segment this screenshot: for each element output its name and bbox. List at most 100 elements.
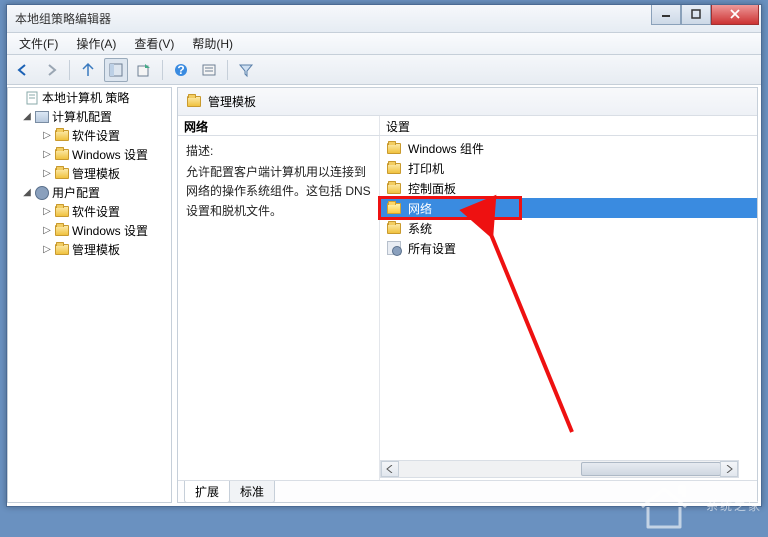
up-button[interactable]: [76, 58, 100, 82]
toolbar-separator: [227, 60, 228, 80]
tab-standard[interactable]: 标准: [229, 481, 275, 503]
folder-icon: [386, 160, 402, 176]
tree-admin-templates-2[interactable]: ▷ 管理模板: [8, 240, 171, 259]
svg-text:?: ?: [177, 63, 184, 77]
tab-extended[interactable]: 扩展: [184, 481, 230, 503]
export-button[interactable]: [132, 58, 156, 82]
tree-label: 用户配置: [52, 184, 100, 201]
window-controls: [651, 5, 759, 25]
tree-software-settings-2[interactable]: ▷ 软件设置: [8, 202, 171, 221]
tree-admin-templates[interactable]: ▷ 管理模板: [8, 164, 171, 183]
list-item-label: 所有设置: [408, 240, 456, 257]
menu-action[interactable]: 操作(A): [68, 33, 124, 54]
close-button[interactable]: [711, 5, 759, 25]
folder-icon: [386, 220, 402, 236]
tree-label: 计算机配置: [52, 108, 112, 125]
window-title: 本地组策略编辑器: [15, 10, 651, 27]
list-item-label: 控制面板: [408, 180, 456, 197]
folder-icon: [54, 128, 70, 144]
folder-icon: [386, 200, 402, 216]
titlebar[interactable]: 本地组策略编辑器: [7, 5, 761, 33]
tree-label: Windows 设置: [72, 146, 148, 163]
scroll-left-button[interactable]: [381, 461, 399, 477]
watermark: 系统之家: [634, 479, 762, 531]
expander-icon[interactable]: ◢: [22, 111, 32, 122]
gpedit-window: 本地组策略编辑器 文件(F) 操作(A) 查看(V) 帮助(H) ? 本地计算机…: [6, 4, 762, 507]
description-text: 允许配置客户端计算机用以连接到网络的操作系统组件。这包括 DNS 设置和脱机文件…: [186, 163, 371, 221]
folder-icon: [54, 147, 70, 163]
forward-button[interactable]: [39, 58, 63, 82]
watermark-text: 系统之家: [706, 497, 762, 514]
filter-button[interactable]: [234, 58, 258, 82]
tree-label: 本地计算机 策略: [42, 89, 129, 106]
toolbar-separator: [69, 60, 70, 80]
back-button[interactable]: [11, 58, 35, 82]
tree-label: 管理模板: [72, 165, 120, 182]
folder-icon: [54, 242, 70, 258]
list-item[interactable]: Windows 组件: [380, 138, 757, 158]
column-header-left[interactable]: 网络: [178, 116, 380, 135]
menubar: 文件(F) 操作(A) 查看(V) 帮助(H): [7, 33, 761, 55]
computer-icon: [34, 109, 50, 125]
tree-label: 软件设置: [72, 127, 120, 144]
expander-icon[interactable]: ◢: [22, 187, 32, 198]
scroll-thumb[interactable]: [581, 462, 721, 476]
tree-software-settings[interactable]: ▷ 软件设置: [8, 126, 171, 145]
list-item[interactable]: 打印机: [380, 158, 757, 178]
list-item[interactable]: 系统: [380, 218, 757, 238]
column-header-right[interactable]: 设置: [380, 116, 757, 135]
content-header: 管理模板: [178, 88, 757, 116]
user-icon: [34, 185, 50, 201]
menu-file[interactable]: 文件(F): [11, 33, 66, 54]
tree-label: Windows 设置: [72, 222, 148, 239]
tree-user-config[interactable]: ◢ 用户配置: [8, 183, 171, 202]
toolbar-separator: [162, 60, 163, 80]
tree-pane[interactable]: 本地计算机 策略 ◢计算机配置 ▷软件设置 ▷Windows 设置 ▷管理模板 …: [7, 87, 172, 503]
list-item-label: Windows 组件: [408, 140, 484, 157]
scroll-right-button[interactable]: [720, 461, 738, 477]
right-pane: 管理模板 网络 设置 描述: 允许配置客户端计算机用以连接到网络的操作系统组件。…: [177, 87, 758, 503]
tree-label: 软件设置: [72, 203, 120, 220]
list-item[interactable]: 所有设置: [380, 238, 757, 258]
list-item-selected[interactable]: 网络: [380, 198, 757, 218]
folder-icon: [54, 223, 70, 239]
expander-icon[interactable]: ▷: [42, 168, 52, 179]
minimize-button[interactable]: [651, 5, 681, 25]
expander-icon[interactable]: ▷: [42, 225, 52, 236]
expander-icon[interactable]: ▷: [42, 149, 52, 160]
list-item-label: 打印机: [408, 160, 444, 177]
help-button[interactable]: ?: [169, 58, 193, 82]
expander-icon[interactable]: ▷: [42, 130, 52, 141]
properties-button[interactable]: [197, 58, 221, 82]
menu-help[interactable]: 帮助(H): [184, 33, 241, 54]
toolbar: ?: [7, 55, 761, 85]
body-area: 本地计算机 策略 ◢ 计算机配置 ▷ 软件设置 ▷ Windows 设置 ▷ 管理模板 …: [7, 87, 758, 503]
list-item-label: 网络: [408, 200, 432, 217]
tree-windows-settings[interactable]: ▷ Windows 设置: [8, 145, 171, 164]
content-header-title: 管理模板: [208, 93, 256, 110]
expander-icon[interactable]: ▷: [42, 244, 52, 255]
tree-computer-config[interactable]: ◢ 计算机配置: [8, 107, 171, 126]
folder-icon: [54, 204, 70, 220]
tree-label: 管理模板: [72, 241, 120, 258]
column-headers: 网络 设置: [178, 116, 757, 136]
folder-icon: [54, 166, 70, 182]
expander-icon[interactable]: ▷: [42, 206, 52, 217]
maximize-button[interactable]: [681, 5, 711, 25]
list-item[interactable]: 控制面板: [380, 178, 757, 198]
folder-icon: [386, 180, 402, 196]
settings-icon: [386, 240, 402, 256]
menu-view[interactable]: 查看(V): [126, 33, 182, 54]
tree-root[interactable]: 本地计算机 策略: [8, 88, 171, 107]
show-tree-button[interactable]: [104, 58, 128, 82]
folder-icon: [186, 94, 202, 110]
folder-icon: [386, 140, 402, 156]
content-body: 描述: 允许配置客户端计算机用以连接到网络的操作系统组件。这包括 DNS 设置和…: [178, 136, 757, 480]
list-item-label: 系统: [408, 220, 432, 237]
horizontal-scrollbar[interactable]: [380, 460, 739, 478]
tree-windows-settings-2[interactable]: ▷ Windows 设置: [8, 221, 171, 240]
description-panel: 描述: 允许配置客户端计算机用以连接到网络的操作系统组件。这包括 DNS 设置和…: [178, 136, 380, 480]
document-icon: [24, 90, 40, 106]
description-label: 描述:: [186, 142, 371, 161]
settings-list[interactable]: Windows 组件 打印机 控制面板 网络 系统 所有设置: [380, 136, 757, 480]
